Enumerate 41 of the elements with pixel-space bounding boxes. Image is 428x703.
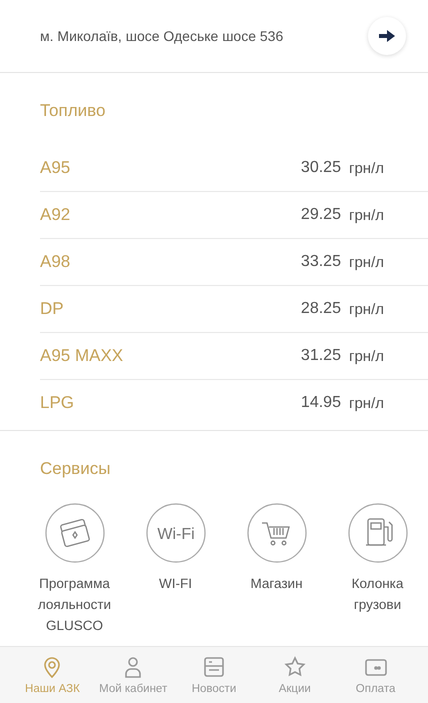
nav-tab[interactable]: Мой кабинет	[92, 647, 174, 703]
star-icon	[282, 655, 307, 679]
service-label: Колонка	[352, 575, 404, 593]
fuel-name: A95	[40, 158, 72, 178]
service-label: лояльности	[38, 596, 112, 614]
fuel-price: 33.25	[300, 253, 341, 271]
fuel-name: DP	[40, 299, 65, 319]
news-icon	[202, 655, 226, 679]
nav-tab[interactable]: Новости	[174, 647, 254, 703]
price-unit: грн/л	[348, 300, 384, 318]
fuel-price: 28.25	[300, 300, 341, 318]
fuel-name: A98	[40, 252, 72, 272]
fuel-price: 29.25	[300, 206, 341, 224]
service-label: грузови	[354, 596, 402, 614]
fuel-price: 30.25	[300, 159, 341, 177]
price-unit: грн/л	[348, 160, 384, 176]
service-label: WI-FI	[159, 575, 192, 593]
directions-button[interactable]	[368, 17, 406, 55]
services-heading: Сервисы	[40, 458, 112, 480]
service-label: GLUSCO	[46, 617, 103, 635]
nav-tab[interactable]: Оплата	[335, 647, 416, 703]
fuel-pump-icon[interactable]	[348, 503, 408, 563]
arrow-right-icon	[378, 29, 396, 43]
fuel-name: A95 MAXX	[40, 346, 124, 366]
station-address: м. Миколаїв, шосе Одеське шосе 536	[40, 28, 284, 44]
fuel-name: A92	[40, 205, 72, 225]
service-label: Магазин	[250, 575, 303, 593]
nav-tab[interactable]: Акции	[254, 647, 336, 703]
cart-icon[interactable]	[246, 503, 306, 563]
price-unit: грн/л	[348, 394, 384, 412]
fuel-price: 14.95	[300, 394, 341, 412]
price-unit: грн/л	[348, 254, 384, 270]
service-label: Программа	[39, 575, 110, 593]
wifi-icon[interactable]: Wi-Fi	[146, 503, 206, 563]
fuel-name: LPG	[40, 393, 76, 413]
cards-icon[interactable]	[44, 503, 104, 563]
price-unit: грн/л	[348, 206, 384, 224]
price-unit: грн/л	[348, 348, 384, 364]
fuel-heading: Топливо	[40, 100, 106, 122]
nav-tab[interactable]: Наши АЗК	[12, 647, 93, 703]
fuel-price: 31.25	[300, 347, 341, 365]
